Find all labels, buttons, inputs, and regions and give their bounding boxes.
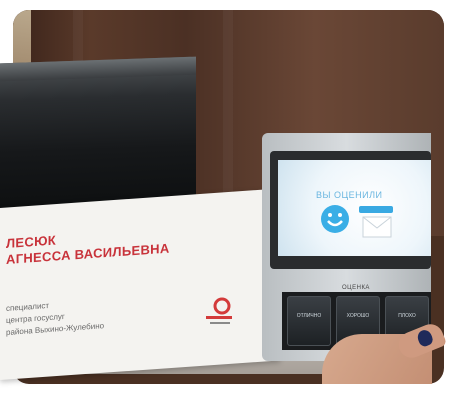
rating-button-label: ХОРОШО: [346, 313, 370, 319]
rating-button-label: ОТЛИЧНО: [296, 313, 322, 319]
screen-title: ВЫ ОЦЕНИЛИ: [316, 190, 383, 200]
screen-tag: [359, 206, 393, 213]
rating-button-excellent[interactable]: ОТЛИЧНО: [287, 296, 331, 346]
terminal-brand-label: ОЦЕНКА: [342, 285, 370, 291]
rating-button-label: ПЛОХО: [398, 313, 416, 319]
envelope-icon: [362, 216, 392, 238]
mfc-logo-icon: [206, 297, 232, 324]
terminal-screen: [278, 160, 431, 256]
smiley-icon: [321, 205, 349, 233]
name-card: [0, 188, 280, 380]
